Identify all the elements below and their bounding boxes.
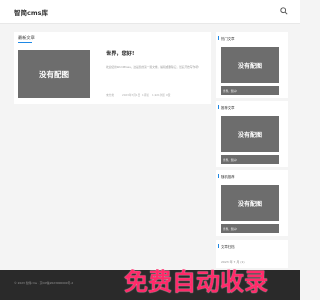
widget-post-link[interactable]: 世界，您好! [221, 224, 279, 233]
search-icon[interactable] [280, 7, 288, 15]
post-thumbnail[interactable]: 没有配图 [18, 50, 90, 98]
site-header: 智简cms库 [0, 0, 300, 24]
widget-post-link[interactable]: 世界，您好! [221, 86, 279, 95]
widget-title: 文章归档 [218, 244, 235, 249]
post-excerpt: 欢迎使用WordPress。这是您的第一篇文章。编辑或删除它，然后开始写作吧! [106, 65, 199, 69]
hot-posts-widget: 热门文章 没有配图 世界，您好! [216, 32, 288, 98]
thumbnail-placeholder-text: 没有配图 [39, 69, 69, 79]
widget-thumbnail[interactable]: 没有配图 [221, 116, 279, 152]
post-views: 1,921浏览 [152, 93, 166, 97]
site-logo[interactable]: 智简cms库 [14, 7, 48, 17]
widget-thumbnail[interactable]: 没有配图 [221, 185, 279, 221]
footer-copyright: © 2023 智简cms · 京ICP备2023000000号-2 [14, 281, 74, 285]
widget-title: 推荐文章 [218, 105, 235, 110]
random-posts-widget: 随机推荐 没有配图 世界，您好! [216, 170, 288, 236]
latest-posts-panel: 最新文章 没有配图 世界，您好! 欢迎使用WordPress。这是您的第一篇文章… [14, 32, 211, 104]
thumbnail-placeholder-text: 没有配图 [237, 62, 262, 70]
recommended-posts-widget: 推荐文章 没有配图 世界，您好! [216, 101, 288, 167]
section-title: 最新文章 [18, 35, 35, 43]
watermark-text: 免费自动收录 [124, 268, 268, 296]
post-likes[interactable]: 0赞 [166, 93, 170, 97]
thumbnail-placeholder-text: 没有配图 [237, 200, 262, 208]
widget-title: 热门文章 [218, 36, 235, 41]
post-category[interactable]: 未分类 [106, 93, 114, 97]
thumbnail-placeholder-text: 没有配图 [237, 131, 262, 139]
post-title[interactable]: 世界，您好! [106, 50, 134, 57]
widget-title: 随机推荐 [218, 174, 235, 179]
post-comments[interactable]: 1评论 [142, 93, 149, 97]
widget-thumbnail[interactable]: 没有配图 [221, 47, 279, 83]
post-date: 2023年7月1日 [122, 93, 141, 97]
widget-post-link[interactable]: 世界，您好! [221, 155, 279, 164]
